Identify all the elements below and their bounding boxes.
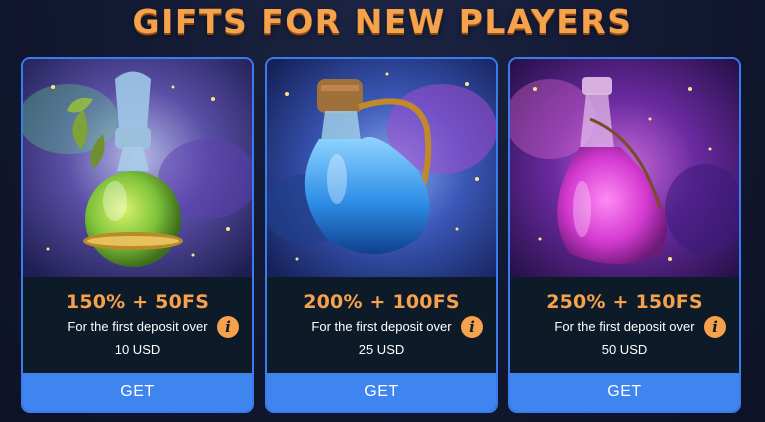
bonus-amount: 200% + 100FS bbox=[303, 291, 460, 313]
info-icon[interactable]: i bbox=[704, 316, 726, 338]
info-icon[interactable]: i bbox=[461, 316, 483, 338]
bonus-amount: 250% + 150FS bbox=[546, 291, 703, 313]
page-title: GIFTS FOR NEW PLAYERS bbox=[132, 2, 633, 41]
green-potion-image bbox=[23, 59, 252, 277]
get-button[interactable]: GET bbox=[23, 373, 252, 411]
deposit-amount: 10 USD bbox=[114, 342, 161, 357]
deposit-amount: 50 USD bbox=[601, 342, 648, 357]
purple-potion-image bbox=[510, 59, 739, 277]
bonus-amount: 150% + 50FS bbox=[65, 291, 210, 313]
offer-card-1: 150% + 50FS For the first deposit over 1… bbox=[21, 57, 254, 413]
info-icon[interactable]: i bbox=[217, 316, 239, 338]
offer-info: 250% + 150FS For the first deposit over … bbox=[510, 277, 739, 373]
get-button[interactable]: GET bbox=[510, 373, 739, 411]
gifts-page: GIFTS FOR NEW PLAYERS 150% + 50FS For th… bbox=[0, 0, 765, 422]
offer-cards: 150% + 50FS For the first deposit over 1… bbox=[21, 57, 744, 415]
offer-info: 200% + 100FS For the first deposit over … bbox=[267, 277, 496, 373]
offer-info: 150% + 50FS For the first deposit over 1… bbox=[23, 277, 252, 373]
offer-card-3: 250% + 150FS For the first deposit over … bbox=[508, 57, 741, 413]
blue-potion-image bbox=[267, 59, 496, 277]
get-button[interactable]: GET bbox=[267, 373, 496, 411]
offer-card-2: 200% + 100FS For the first deposit over … bbox=[265, 57, 498, 413]
deposit-amount: 25 USD bbox=[358, 342, 405, 357]
